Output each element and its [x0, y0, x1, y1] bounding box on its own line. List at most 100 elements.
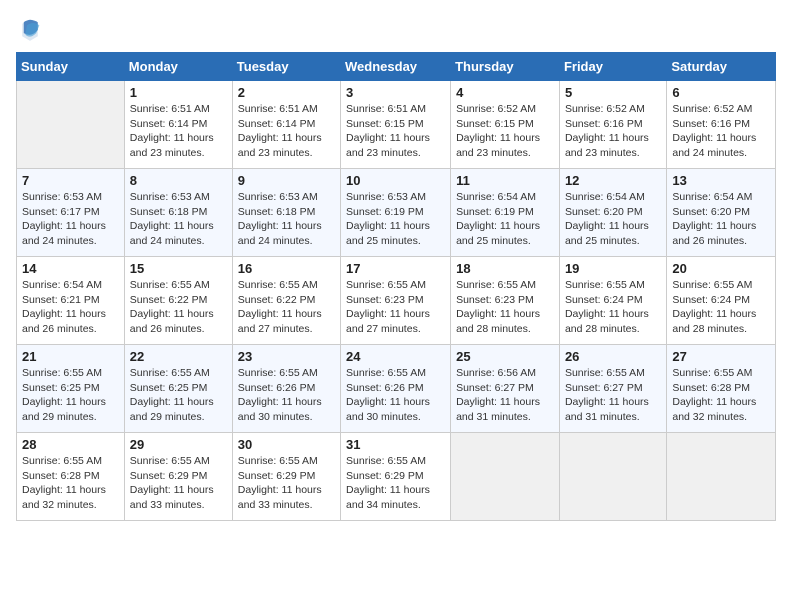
col-header-monday: Monday	[124, 53, 232, 81]
day-info: Sunrise: 6:55 AM Sunset: 6:22 PM Dayligh…	[238, 278, 335, 337]
calendar-cell: 20 Sunrise: 6:55 AM Sunset: 6:24 PM Dayli…	[667, 257, 776, 345]
day-info: Sunrise: 6:55 AM Sunset: 6:25 PM Dayligh…	[130, 366, 227, 425]
calendar-cell: 19 Sunrise: 6:55 AM Sunset: 6:24 PM Dayli…	[559, 257, 666, 345]
day-info: Sunrise: 6:52 AM Sunset: 6:16 PM Dayligh…	[565, 102, 661, 161]
week-row-3: 14 Sunrise: 6:54 AM Sunset: 6:21 PM Dayli…	[17, 257, 776, 345]
day-info: Sunrise: 6:54 AM Sunset: 6:21 PM Dayligh…	[22, 278, 119, 337]
day-number: 28	[22, 437, 119, 452]
calendar-cell: 10Sunrise: 6:53 AM Sunset: 6:19 PM Dayli…	[341, 169, 451, 257]
calendar-cell: 29 Sunrise: 6:55 AM Sunset: 6:29 PM Dayli…	[124, 433, 232, 521]
week-row-5: 28 Sunrise: 6:55 AM Sunset: 6:28 PM Dayli…	[17, 433, 776, 521]
col-header-thursday: Thursday	[451, 53, 560, 81]
day-number: 24	[346, 349, 445, 364]
day-number: 5	[565, 85, 661, 100]
day-number: 23	[238, 349, 335, 364]
day-number: 26	[565, 349, 661, 364]
day-number: 20	[672, 261, 770, 276]
day-info: Sunrise: 6:51 AM Sunset: 6:14 PM Dayligh…	[130, 102, 227, 161]
day-info: Sunrise: 6:51 AM Sunset: 6:14 PM Dayligh…	[238, 102, 335, 161]
calendar-cell: 27 Sunrise: 6:55 AM Sunset: 6:28 PM Dayli…	[667, 345, 776, 433]
day-info: Sunrise: 6:55 AM Sunset: 6:27 PM Dayligh…	[565, 366, 661, 425]
day-number: 1	[130, 85, 227, 100]
calendar-cell: 18 Sunrise: 6:55 AM Sunset: 6:23 PM Dayli…	[451, 257, 560, 345]
day-number: 9	[238, 173, 335, 188]
week-row-4: 21 Sunrise: 6:55 AM Sunset: 6:25 PM Dayli…	[17, 345, 776, 433]
day-info: Sunrise: 6:52 AM Sunset: 6:15 PM Dayligh…	[456, 102, 554, 161]
day-info: Sunrise: 6:54 AM Sunset: 6:20 PM Dayligh…	[672, 190, 770, 249]
day-number: 12	[565, 173, 661, 188]
calendar-cell: 1 Sunrise: 6:51 AM Sunset: 6:14 PM Daylig…	[124, 81, 232, 169]
calendar-cell	[451, 433, 560, 521]
day-number: 17	[346, 261, 445, 276]
calendar-cell: 30 Sunrise: 6:55 AM Sunset: 6:29 PM Dayli…	[232, 433, 340, 521]
calendar-table: SundayMondayTuesdayWednesdayThursdayFrid…	[16, 52, 776, 521]
day-number: 25	[456, 349, 554, 364]
day-info: Sunrise: 6:55 AM Sunset: 6:28 PM Dayligh…	[672, 366, 770, 425]
day-info: Sunrise: 6:55 AM Sunset: 6:26 PM Dayligh…	[346, 366, 445, 425]
calendar-cell: 16Sunrise: 6:55 AM Sunset: 6:22 PM Dayli…	[232, 257, 340, 345]
day-info: Sunrise: 6:55 AM Sunset: 6:29 PM Dayligh…	[238, 454, 335, 513]
day-info: Sunrise: 6:55 AM Sunset: 6:23 PM Dayligh…	[456, 278, 554, 337]
header-row: SundayMondayTuesdayWednesdayThursdayFrid…	[17, 53, 776, 81]
logo-icon	[16, 16, 44, 44]
calendar-cell: 9 Sunrise: 6:53 AM Sunset: 6:18 PM Daylig…	[232, 169, 340, 257]
week-row-2: 7 Sunrise: 6:53 AM Sunset: 6:17 PM Daylig…	[17, 169, 776, 257]
col-header-friday: Friday	[559, 53, 666, 81]
day-info: Sunrise: 6:51 AM Sunset: 6:15 PM Dayligh…	[346, 102, 445, 161]
day-info: Sunrise: 6:53 AM Sunset: 6:18 PM Dayligh…	[238, 190, 335, 249]
day-number: 7	[22, 173, 119, 188]
day-number: 6	[672, 85, 770, 100]
week-row-1: 1 Sunrise: 6:51 AM Sunset: 6:14 PM Daylig…	[17, 81, 776, 169]
calendar-cell: 25 Sunrise: 6:56 AM Sunset: 6:27 PM Dayli…	[451, 345, 560, 433]
day-number: 21	[22, 349, 119, 364]
calendar-cell	[667, 433, 776, 521]
calendar-cell: 5 Sunrise: 6:52 AM Sunset: 6:16 PM Daylig…	[559, 81, 666, 169]
day-info: Sunrise: 6:52 AM Sunset: 6:16 PM Dayligh…	[672, 102, 770, 161]
day-info: Sunrise: 6:56 AM Sunset: 6:27 PM Dayligh…	[456, 366, 554, 425]
calendar-cell: 4 Sunrise: 6:52 AM Sunset: 6:15 PM Daylig…	[451, 81, 560, 169]
day-number: 29	[130, 437, 227, 452]
calendar-cell	[17, 81, 125, 169]
day-number: 4	[456, 85, 554, 100]
calendar-cell: 12 Sunrise: 6:54 AM Sunset: 6:20 PM Dayli…	[559, 169, 666, 257]
calendar-cell: 2 Sunrise: 6:51 AM Sunset: 6:14 PM Daylig…	[232, 81, 340, 169]
day-info: Sunrise: 6:55 AM Sunset: 6:29 PM Dayligh…	[346, 454, 445, 513]
day-info: Sunrise: 6:53 AM Sunset: 6:19 PM Dayligh…	[346, 190, 445, 249]
calendar-cell	[559, 433, 666, 521]
calendar-cell: 6 Sunrise: 6:52 AM Sunset: 6:16 PM Daylig…	[667, 81, 776, 169]
day-info: Sunrise: 6:54 AM Sunset: 6:19 PM Dayligh…	[456, 190, 554, 249]
day-number: 11	[456, 173, 554, 188]
day-number: 2	[238, 85, 335, 100]
day-number: 18	[456, 261, 554, 276]
calendar-cell: 14 Sunrise: 6:54 AM Sunset: 6:21 PM Dayli…	[17, 257, 125, 345]
col-header-sunday: Sunday	[17, 53, 125, 81]
calendar-cell: 11 Sunrise: 6:54 AM Sunset: 6:19 PM Dayli…	[451, 169, 560, 257]
calendar-cell: 23Sunrise: 6:55 AM Sunset: 6:26 PM Dayli…	[232, 345, 340, 433]
page-header	[16, 16, 776, 44]
calendar-cell: 3Sunrise: 6:51 AM Sunset: 6:15 PM Daylig…	[341, 81, 451, 169]
calendar-cell: 21 Sunrise: 6:55 AM Sunset: 6:25 PM Dayli…	[17, 345, 125, 433]
logo	[16, 16, 48, 44]
day-info: Sunrise: 6:55 AM Sunset: 6:28 PM Dayligh…	[22, 454, 119, 513]
day-info: Sunrise: 6:53 AM Sunset: 6:17 PM Dayligh…	[22, 190, 119, 249]
day-number: 30	[238, 437, 335, 452]
col-header-saturday: Saturday	[667, 53, 776, 81]
calendar-cell: 22 Sunrise: 6:55 AM Sunset: 6:25 PM Dayli…	[124, 345, 232, 433]
day-number: 15	[130, 261, 227, 276]
day-number: 19	[565, 261, 661, 276]
day-info: Sunrise: 6:55 AM Sunset: 6:24 PM Dayligh…	[565, 278, 661, 337]
day-info: Sunrise: 6:55 AM Sunset: 6:23 PM Dayligh…	[346, 278, 445, 337]
day-info: Sunrise: 6:55 AM Sunset: 6:29 PM Dayligh…	[130, 454, 227, 513]
day-number: 31	[346, 437, 445, 452]
day-number: 22	[130, 349, 227, 364]
day-number: 14	[22, 261, 119, 276]
day-number: 8	[130, 173, 227, 188]
day-info: Sunrise: 6:54 AM Sunset: 6:20 PM Dayligh…	[565, 190, 661, 249]
calendar-cell: 28 Sunrise: 6:55 AM Sunset: 6:28 PM Dayli…	[17, 433, 125, 521]
day-number: 27	[672, 349, 770, 364]
day-info: Sunrise: 6:55 AM Sunset: 6:25 PM Dayligh…	[22, 366, 119, 425]
day-number: 13	[672, 173, 770, 188]
calendar-cell: 15 Sunrise: 6:55 AM Sunset: 6:22 PM Dayli…	[124, 257, 232, 345]
day-info: Sunrise: 6:55 AM Sunset: 6:24 PM Dayligh…	[672, 278, 770, 337]
day-info: Sunrise: 6:55 AM Sunset: 6:22 PM Dayligh…	[130, 278, 227, 337]
